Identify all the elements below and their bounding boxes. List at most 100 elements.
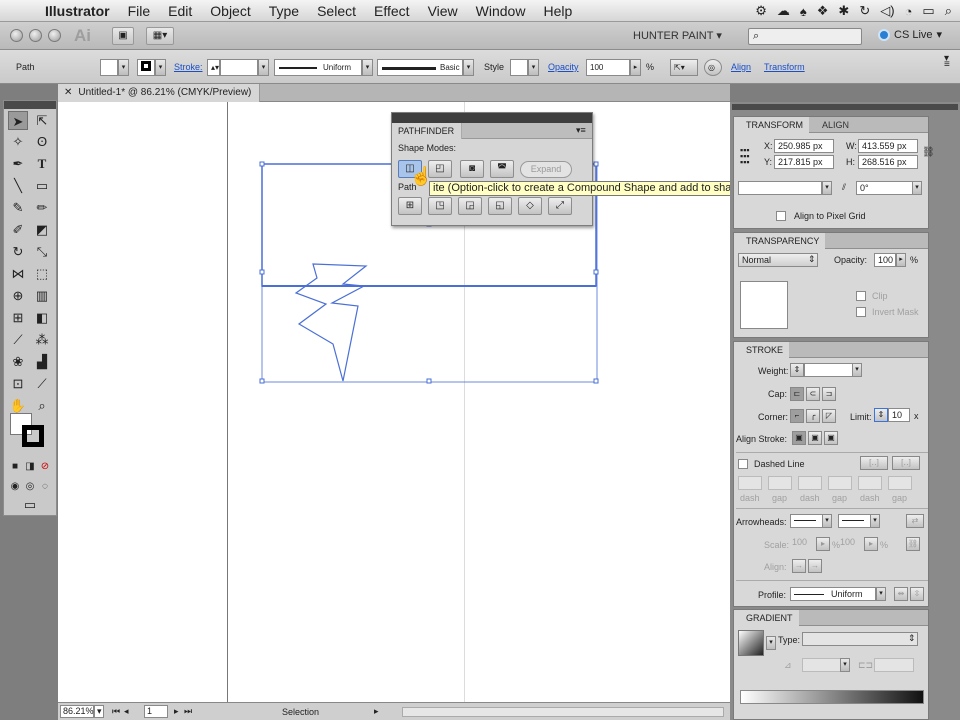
- weight-stepper[interactable]: ⇕: [790, 363, 804, 377]
- constrain-proportions-icon[interactable]: ⛓: [922, 147, 935, 158]
- end-arrowhead-dropdown[interactable]: ▾: [870, 514, 880, 528]
- brush-definition[interactable]: Basic: [377, 59, 463, 76]
- crop-button[interactable]: ◱: [488, 197, 512, 215]
- gradient-aspect-field[interactable]: [874, 658, 914, 672]
- rotate-field[interactable]: [738, 181, 822, 195]
- scale-tool-icon[interactable]: ⤡: [32, 242, 52, 261]
- blob-brush-tool-icon[interactable]: ✐: [8, 220, 28, 239]
- sync-icon[interactable]: ↻: [859, 3, 870, 19]
- start-arrowhead-select[interactable]: [790, 514, 824, 528]
- miter-join-button[interactable]: ⌐: [790, 409, 804, 423]
- volume-icon[interactable]: ◁): [880, 3, 894, 19]
- exclude-button[interactable]: ◚: [490, 160, 514, 178]
- brush-dropdown[interactable]: ▾: [463, 59, 474, 76]
- stroke-profile-dropdown[interactable]: ▾: [876, 587, 886, 601]
- end-scale-dropdown[interactable]: ▸: [864, 537, 878, 551]
- pathfinder-tab[interactable]: PATHFINDER: [392, 123, 462, 139]
- menu-file[interactable]: File: [119, 0, 160, 22]
- horizontal-scrollbar[interactable]: [402, 707, 724, 717]
- dashed-line-checkbox[interactable]: [738, 459, 748, 469]
- zoom-field[interactable]: 86.21%: [60, 705, 94, 718]
- align-stroke-outside-button[interactable]: ▣: [824, 431, 838, 445]
- artboard-number-field[interactable]: 1: [144, 705, 168, 718]
- gradient-swatch-dropdown[interactable]: ▾: [766, 636, 776, 650]
- y-field[interactable]: 217.815 px: [774, 155, 834, 169]
- tab-transparency[interactable]: TRANSPARENCY: [734, 233, 826, 249]
- height-field[interactable]: 268.516 px: [858, 155, 918, 169]
- menu-app-name[interactable]: Illustrator: [36, 0, 119, 22]
- stroke-swatch[interactable]: [137, 59, 155, 76]
- start-scale-dropdown[interactable]: ▸: [816, 537, 830, 551]
- gradient-slider[interactable]: [740, 690, 924, 704]
- slice-tool-icon[interactable]: ⟋: [32, 374, 52, 393]
- limit-stepper[interactable]: ⇕: [874, 408, 888, 422]
- limit-field[interactable]: 10: [888, 408, 910, 422]
- invert-mask-checkbox[interactable]: [856, 307, 866, 317]
- arrow-tip-at-end-button[interactable]: →: [808, 559, 822, 573]
- menu-edit[interactable]: Edit: [159, 0, 201, 22]
- mesh-tool-icon[interactable]: ⊞: [8, 308, 28, 327]
- free-transform-tool-icon[interactable]: ⬚: [32, 264, 52, 283]
- lasso-tool-icon[interactable]: ʘ: [32, 132, 52, 151]
- stroke-dropdown[interactable]: ▾: [155, 59, 166, 76]
- select-similar-icon[interactable]: ⇱▾: [670, 59, 698, 76]
- type-tool-icon[interactable]: T: [32, 154, 52, 173]
- menu-help[interactable]: Help: [534, 0, 581, 22]
- dash-1-field[interactable]: [738, 476, 762, 490]
- outline-button[interactable]: ◇: [518, 197, 542, 215]
- color-mode-icon[interactable]: ■: [8, 457, 22, 476]
- screen-mode-icon[interactable]: ▭: [18, 495, 42, 514]
- shear-field[interactable]: 0°: [856, 181, 918, 195]
- transparency-opacity-dropdown[interactable]: ▸: [896, 253, 906, 267]
- tab-stroke[interactable]: STROKE: [734, 342, 790, 358]
- search-input[interactable]: ⌕: [748, 28, 862, 45]
- eraser-tool-icon[interactable]: ◩: [32, 220, 52, 239]
- start-arrowhead-dropdown[interactable]: ▾: [822, 514, 832, 528]
- end-scale-value[interactable]: 100: [840, 537, 855, 547]
- flip-across-button[interactable]: ⇳: [910, 587, 924, 601]
- artboard-tool-icon[interactable]: ⊡: [8, 374, 28, 393]
- align-dash-corners-button[interactable]: [‥]: [892, 456, 920, 470]
- round-cap-button[interactable]: ⊂: [806, 387, 820, 401]
- graphic-style-swatch[interactable]: [510, 59, 528, 76]
- width-tool-icon[interactable]: ⋈: [8, 264, 28, 283]
- flip-along-button[interactable]: ⇹: [894, 587, 908, 601]
- cloud-icon[interactable]: ☁: [777, 3, 790, 19]
- minus-back-button[interactable]: ⤢: [548, 197, 572, 215]
- direct-selection-tool-icon[interactable]: ⇱: [32, 111, 52, 130]
- tab-align[interactable]: ALIGN: [810, 117, 855, 133]
- gap-2-field[interactable]: [828, 476, 852, 490]
- recolor-artwork-icon[interactable]: ◎: [704, 59, 722, 76]
- intersect-button[interactable]: ◙: [460, 160, 484, 178]
- zoom-tool-icon[interactable]: ⌕: [32, 396, 52, 415]
- stroke-weight-stepper[interactable]: ▴▾: [207, 59, 220, 76]
- menu-select[interactable]: Select: [308, 0, 365, 22]
- butt-cap-button[interactable]: ⊏: [790, 387, 804, 401]
- fill-dropdown[interactable]: ▾: [118, 59, 129, 76]
- gap-1-field[interactable]: [768, 476, 792, 490]
- fill-swatch[interactable]: [100, 59, 118, 76]
- clip-checkbox[interactable]: [856, 291, 866, 301]
- bevel-join-button[interactable]: ◸: [822, 409, 836, 423]
- blend-mode-select[interactable]: Normal: [738, 253, 818, 267]
- zoom-dropdown[interactable]: ▾: [94, 705, 104, 718]
- draw-inside-icon[interactable]: ◌: [38, 477, 52, 496]
- width-field[interactable]: 413.559 px: [858, 139, 918, 153]
- divide-button[interactable]: ⊞: [398, 197, 422, 215]
- bridge-icon[interactable]: ▣: [112, 27, 134, 45]
- menu-type[interactable]: Type: [260, 0, 308, 22]
- align-link[interactable]: Align: [731, 62, 751, 72]
- stroke-link[interactable]: Stroke:: [174, 62, 203, 72]
- swap-arrowheads-button[interactable]: ⇄: [906, 514, 924, 528]
- tools-panel-header[interactable]: [4, 101, 56, 109]
- gradient-angle-field[interactable]: [802, 658, 842, 672]
- end-arrowhead-select[interactable]: [838, 514, 872, 528]
- dropbox-icon[interactable]: ❖: [817, 3, 829, 19]
- menu-window[interactable]: Window: [467, 0, 535, 22]
- gradient-tool-icon[interactable]: ◧: [32, 308, 52, 327]
- menu-effect[interactable]: Effect: [365, 0, 419, 22]
- variable-width-profile[interactable]: Uniform: [274, 59, 362, 76]
- reference-point-icon[interactable]: ▪▪▪ ▪▪▪ ▪▪▪: [740, 146, 758, 167]
- stroke-color-swatch[interactable]: [22, 425, 44, 447]
- start-scale-value[interactable]: 100: [792, 537, 807, 547]
